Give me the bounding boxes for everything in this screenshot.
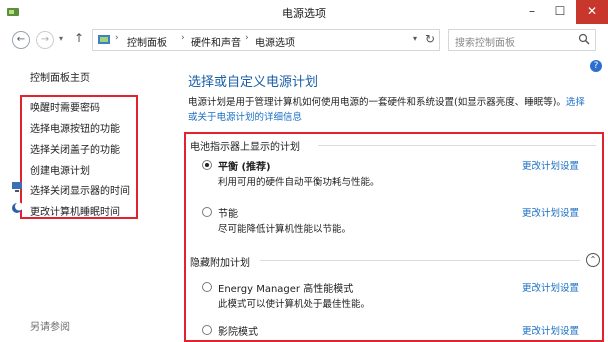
title-bar: 电源选项 – ☐ ✕ xyxy=(0,0,608,24)
recent-locations-dropdown[interactable]: ▾ xyxy=(59,34,63,43)
breadcrumb-control-panel[interactable]: 控制面板 xyxy=(127,34,167,49)
battery-plans-header: 电池指示器上显示的计划 xyxy=(190,142,300,153)
see-also-heading: 另请参阅 xyxy=(30,322,70,333)
plan-energy-manager-change-link[interactable]: 更改计划设置 xyxy=(522,280,579,294)
sidebar-item-lid-close[interactable]: 选择关闭盖子的功能 xyxy=(30,141,120,156)
plan-saver-change-link[interactable]: 更改计划设置 xyxy=(522,205,579,219)
plan-saver-desc: 尽可能降低计算机性能以节能。 xyxy=(218,224,352,235)
plan-energy-manager-radio[interactable] xyxy=(202,282,212,292)
sidebar: 控制面板主页 唤醒时需要密码 选择电源按钮的功能 选择关闭盖子的功能 创建电源计… xyxy=(0,52,168,333)
plan-cinema-radio[interactable] xyxy=(202,325,212,335)
plan-cinema-name[interactable]: 影院模式 xyxy=(218,323,258,338)
main-content: 选择或自定义电源计划 电源计划是用于管理计算机如何使用电源的一套硬件和系统设置(… xyxy=(168,52,608,342)
sidebar-item-display-off[interactable]: 选择关闭显示器的时间 xyxy=(30,182,130,197)
page-title: 选择或自定义电源计划 xyxy=(188,75,319,90)
sidebar-item-create-plan[interactable]: 创建电源计划 xyxy=(30,162,90,177)
plan-balanced-change-link[interactable]: 更改计划设置 xyxy=(522,158,579,172)
sidebar-home-link[interactable]: 控制面板主页 xyxy=(30,69,90,84)
breadcrumb-separator[interactable]: › xyxy=(181,33,185,43)
section-divider xyxy=(318,145,596,146)
minimize-button[interactable]: – xyxy=(518,0,546,24)
sidebar-item-power-button[interactable]: 选择电源按钮的功能 xyxy=(30,120,120,135)
plan-balanced-desc: 利用可用的硬件自动平衡功耗与性能。 xyxy=(218,177,380,188)
up-button[interactable]: ↑ xyxy=(74,31,84,45)
search-icon[interactable] xyxy=(578,33,590,45)
description-text: 电源计划是用于管理计算机如何使用电源的一套硬件和系统设置(如显示器亮度、睡眠等)… xyxy=(188,97,566,108)
plan-energy-manager-name[interactable]: Energy Manager 高性能模式 xyxy=(218,280,353,295)
plan-balanced-radio[interactable] xyxy=(202,160,212,170)
sidebar-item-wake-password[interactable]: 唤醒时需要密码 xyxy=(30,99,100,114)
chevron-up-icon[interactable]: ⌃ xyxy=(586,253,600,267)
moon-icon xyxy=(12,202,23,213)
breadcrumb-hardware-sound[interactable]: 硬件和声音 xyxy=(191,34,241,49)
monitor-icon xyxy=(12,182,22,192)
plan-energy-manager-desc: 此模式可以使计算机处于最佳性能。 xyxy=(218,299,371,310)
hidden-plans-header[interactable]: 隐藏附加计划 xyxy=(190,254,250,269)
forward-button[interactable]: → xyxy=(36,31,54,49)
plan-saver-name[interactable]: 节能 xyxy=(218,205,238,220)
close-button[interactable]: ✕ xyxy=(576,0,608,24)
breadcrumb-separator[interactable]: › xyxy=(115,33,119,43)
navigation-bar: ← → ▾ ↑ › 控制面板 › 硬件和声音 › 电源选项 ▾ ↻ 搜索控制面板 xyxy=(0,26,608,52)
section-divider xyxy=(260,260,580,261)
plan-saver-radio[interactable] xyxy=(202,207,212,217)
page-description: 电源计划是用于管理计算机如何使用电源的一套硬件和系统设置(如显示器亮度、睡眠等)… xyxy=(188,95,590,125)
sidebar-item-sleep-time[interactable]: 更改计算机睡眠时间 xyxy=(30,203,120,218)
refresh-icon[interactable]: ↻ xyxy=(425,32,435,46)
search-box[interactable]: 搜索控制面板 xyxy=(448,29,596,51)
choose-link[interactable]: 选择 xyxy=(566,97,585,108)
control-panel-icon xyxy=(98,35,110,44)
address-dropdown-icon[interactable]: ▾ xyxy=(413,34,417,43)
plan-cinema-change-link[interactable]: 更改计划设置 xyxy=(522,323,579,337)
back-button[interactable]: ← xyxy=(12,31,30,49)
help-icon[interactable]: ? xyxy=(590,60,602,72)
address-bar[interactable]: › 控制面板 › 硬件和声音 › 电源选项 ▾ ↻ xyxy=(92,29,440,51)
maximize-button[interactable]: ☐ xyxy=(546,0,574,24)
breadcrumb-power-options[interactable]: 电源选项 xyxy=(255,34,295,49)
window-title: 电源选项 xyxy=(282,7,326,20)
plan-info-link[interactable]: 或关于电源计划的详细信息 xyxy=(188,112,302,123)
plan-balanced-name[interactable]: 平衡 (推荐) xyxy=(218,158,271,173)
search-input[interactable]: 搜索控制面板 xyxy=(455,34,515,49)
breadcrumb-separator[interactable]: › xyxy=(245,33,249,43)
